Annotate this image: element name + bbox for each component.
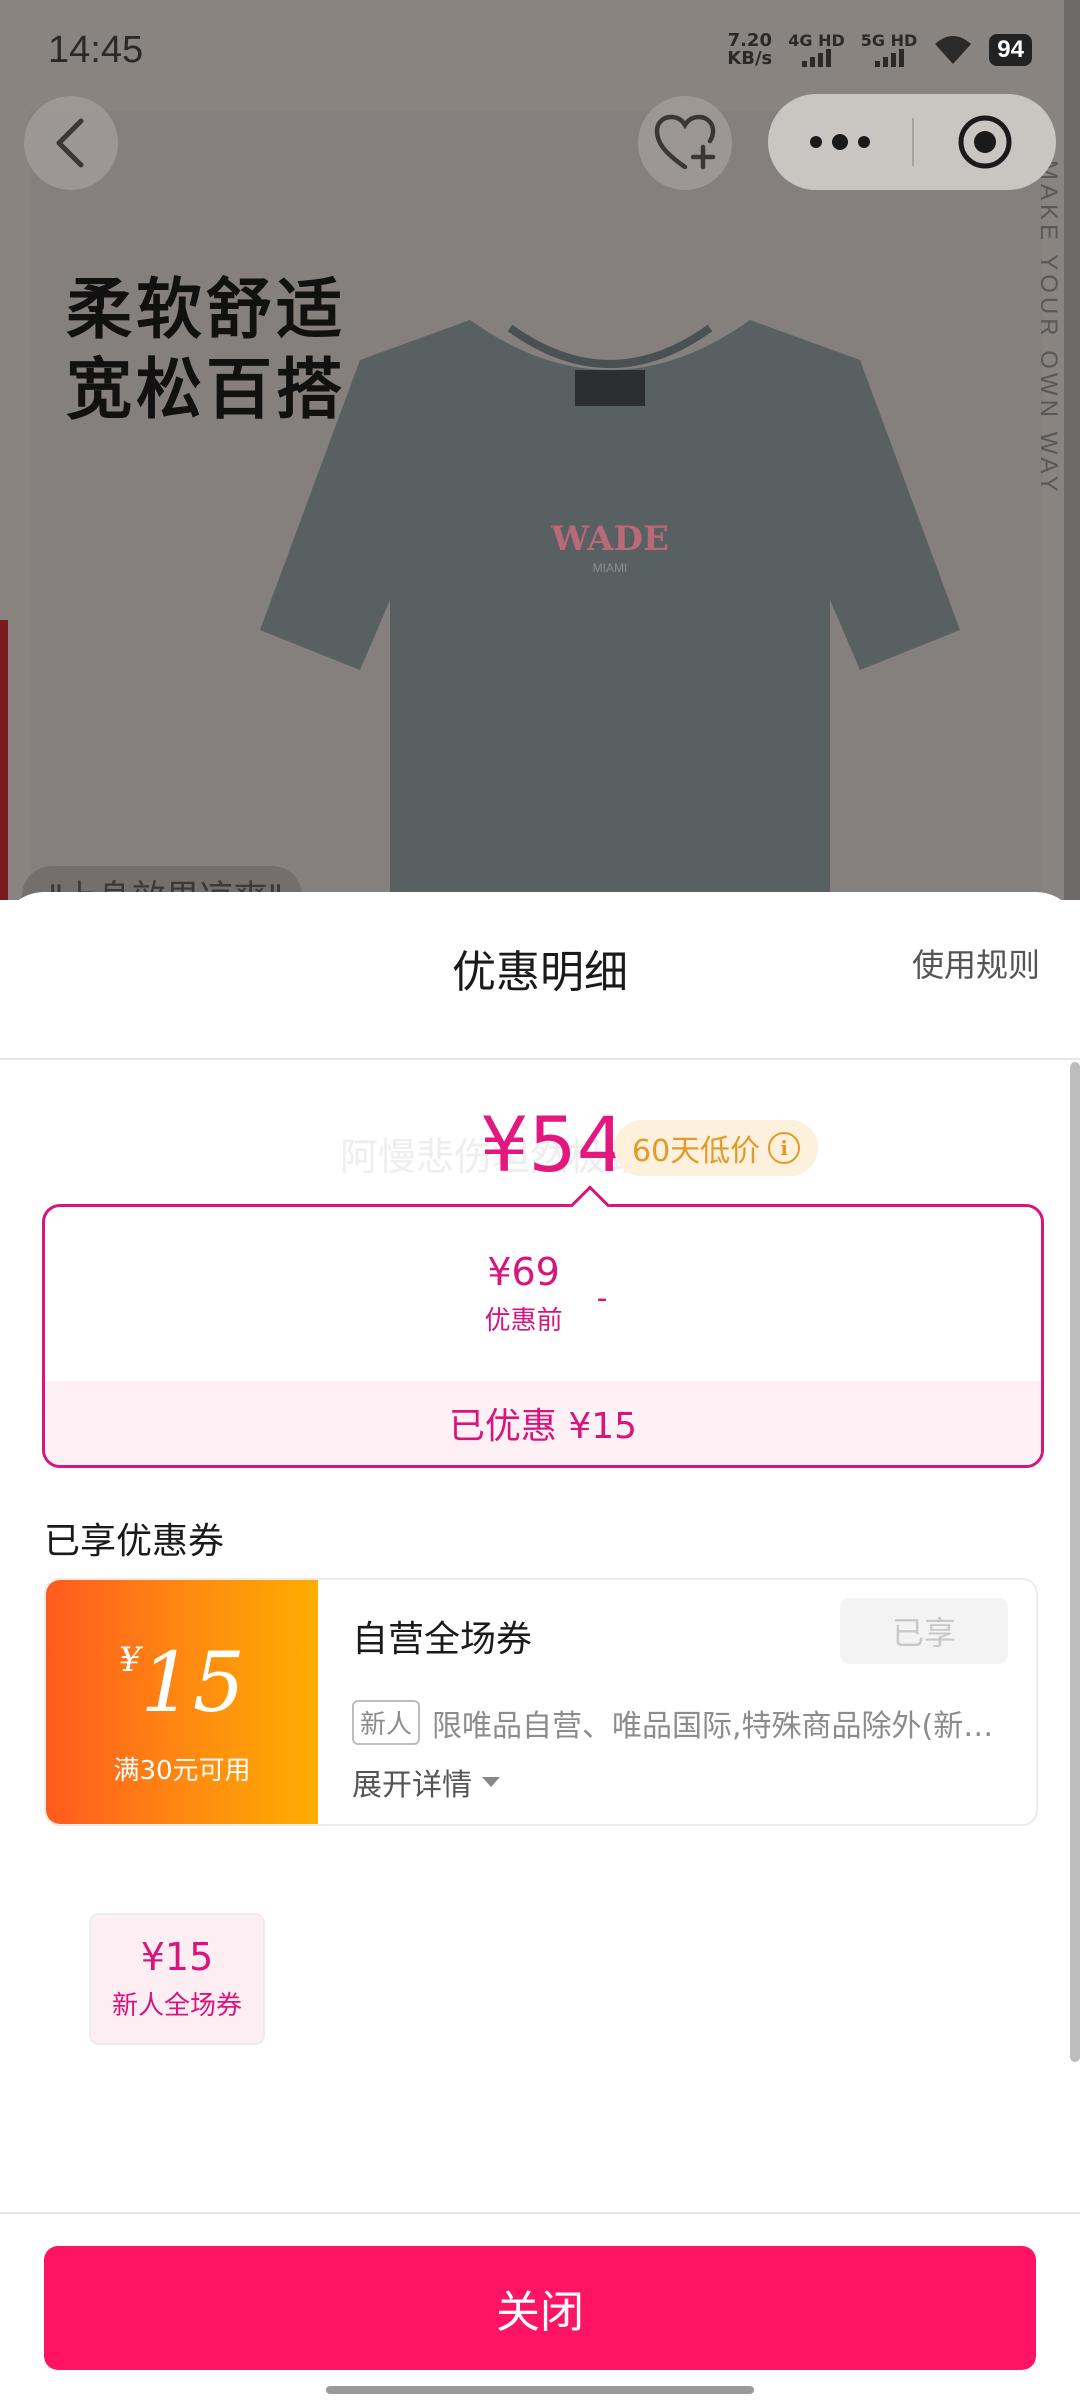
coupon-status-button[interactable]: 已享 (840, 1598, 1008, 1664)
usage-rules-link[interactable]: 使用规则 (912, 940, 1040, 986)
new-user-tag: 新人 (352, 1700, 421, 1745)
original-price-amount: ¥69 (487, 1249, 560, 1294)
close-miniprogram-button[interactable] (914, 114, 1056, 170)
more-dots-icon (810, 134, 870, 150)
sim1-signal: 4G HD (788, 33, 845, 67)
total-saved: 已优惠 ¥15 (45, 1381, 1041, 1465)
discount-detail-sheet: 优惠明细 使用规则 阿慢悲伤坦然极致 ¥54 60天低价 i ¥69 优惠前 -… (0, 892, 1080, 2400)
low-price-badge-label: 60天低价 (632, 1134, 761, 1169)
back-button[interactable] (24, 96, 118, 190)
status-bar: 14:45 7.20 KB/s 4G HD 5G HD 94 (0, 0, 1080, 100)
coupon-card: ¥15 满30元可用 自营全场券 已享 新人 限唯品自营、唯品国际,特殊商品除外… (44, 1578, 1038, 1826)
price-breakdown-box: ¥69 优惠前 - ¥15 新人全场券 已优惠 ¥15 (42, 1185, 1044, 2045)
expand-details-toggle[interactable]: 展开详情 (352, 1760, 500, 1804)
heart-plus-icon (654, 114, 716, 170)
caret-down-icon (482, 1777, 500, 1787)
footer-divider (0, 2212, 1080, 2214)
status-time: 14:45 (48, 28, 144, 71)
coupon-perforation (310, 1580, 326, 1824)
coupon-name: 自营全场券 (352, 1619, 533, 1660)
sim1-label: 4G HD (788, 31, 845, 50)
coupon-value-panel: ¥15 满30元可用 (46, 1580, 318, 1824)
final-price: ¥54 (480, 1100, 626, 1189)
coupon-amount-value: 15 (140, 1636, 245, 1731)
vertical-slogan: MAKE YOUR OWN WAY (1035, 160, 1062, 496)
minus-operator: - (596, 1280, 608, 1316)
coupon-description-text: 限唯品自营、唯品国际,特殊商品除外(新… (432, 1708, 994, 1744)
coupon-deduction-amount: ¥15 (140, 1935, 214, 1979)
coupon-deduction-label: 新人全场券 (111, 1991, 242, 2021)
sim2-signal: 5G HD (860, 31, 918, 67)
target-icon (958, 115, 1012, 169)
low-price-badge[interactable]: 60天低价 i (614, 1120, 819, 1176)
coupon-currency: ¥ (119, 1640, 141, 1680)
info-icon: i (768, 1132, 801, 1164)
right-edge (1064, 0, 1080, 900)
applied-coupons-title: 已享优惠券 (44, 1521, 225, 1562)
battery-indicator: 94 (989, 34, 1032, 66)
chevron-left-icon (56, 118, 84, 168)
breakdown-items: ¥69 优惠前 - ¥15 新人全场券 (45, 1227, 1041, 2045)
coupon-description: 新人 限唯品自营、唯品国际,特殊商品除外(新… (352, 1700, 1002, 1745)
price-row: 阿慢悲伤坦然极致 ¥54 60天低价 i (0, 1060, 1080, 1208)
miniprogram-capsule (768, 94, 1056, 190)
status-indicators: 7.20 KB/s 4G HD 5G HD 94 (727, 32, 1032, 68)
network-speed-unit: KB/s (727, 48, 773, 69)
scrollbar[interactable] (1070, 1062, 1080, 2062)
more-button[interactable] (768, 134, 912, 150)
sim2-label: 5G HD (860, 31, 918, 50)
close-button[interactable]: 关闭 (44, 2246, 1036, 2370)
side-banner-edge (0, 620, 8, 900)
tshirt-image: WADE MIAMI (260, 320, 960, 900)
coupon-deduction-cell: ¥15 新人全场券 (89, 1913, 265, 2045)
wifi-icon (935, 36, 972, 64)
signal-bars-icon (788, 49, 845, 67)
background-product-page: MAKE YOUR OWN WAY 14:45 7.20 KB/s 4G HD … (0, 0, 1080, 900)
expand-details-label: 展开详情 (352, 1768, 472, 1803)
shirt-sub: MIAMI (593, 561, 628, 575)
original-price-cell: ¥69 优惠前 (465, 1240, 583, 1347)
favorite-button[interactable] (638, 96, 732, 190)
coupon-amount: ¥15 (46, 1636, 318, 1731)
home-indicator[interactable] (326, 2386, 754, 2394)
network-speed: 7.20 KB/s (727, 32, 772, 68)
original-price-label: 优惠前 (484, 1305, 563, 1336)
signal-bars-icon (861, 49, 918, 67)
coupon-condition: 满30元可用 (113, 1756, 251, 1786)
sheet-header: 优惠明细 使用规则 (0, 892, 1080, 1060)
shirt-brand: WADE (550, 519, 669, 559)
